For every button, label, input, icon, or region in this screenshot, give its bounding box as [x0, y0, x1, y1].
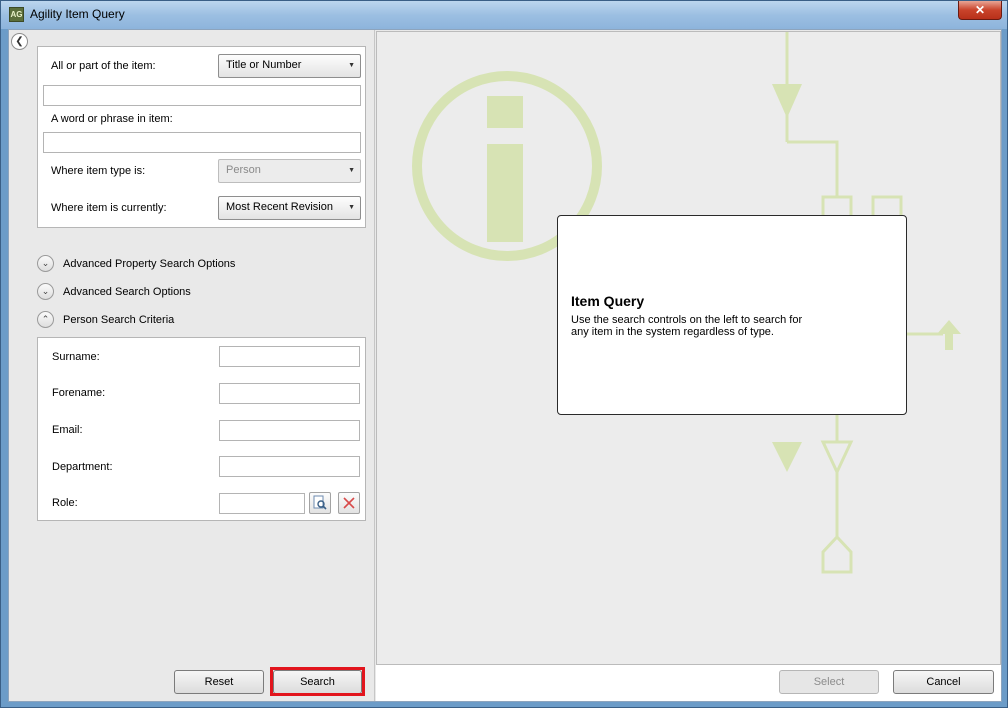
item-mode-dropdown[interactable]: Title or Number ▼ — [218, 54, 361, 78]
email-label: Email: — [52, 424, 83, 436]
role-label: Role: — [52, 497, 78, 509]
revision-value: Most Recent Revision — [226, 201, 333, 213]
section-person-criteria[interactable]: ⌃ Person Search Criteria — [37, 310, 337, 332]
title-bar[interactable]: AG Agility Item Query ✕ — [1, 1, 1007, 29]
basic-search-box: All or part of the item: Title or Number… — [37, 46, 366, 228]
app-window: AG Agility Item Query ✕ ❮ All or part of… — [0, 0, 1008, 708]
dialog-button-bar: Select Cancel — [376, 665, 1001, 701]
chevron-up-icon[interactable]: ⌃ — [37, 311, 54, 328]
reset-button[interactable]: Reset — [174, 670, 264, 694]
item-mode-value: Title or Number — [226, 59, 302, 71]
chevron-down-icon[interactable]: ⌄ — [37, 283, 54, 300]
role-lookup-button[interactable] — [309, 492, 331, 514]
dropdown-arrow-icon: ▼ — [348, 62, 355, 69]
role-clear-button[interactable] — [338, 492, 360, 514]
item-type-label: Where item type is: — [51, 165, 146, 177]
forename-field[interactable] — [219, 383, 360, 404]
clear-x-icon — [343, 497, 355, 509]
section-advanced-property[interactable]: ⌄ Advanced Property Search Options — [37, 254, 337, 276]
info-description: Use the search controls on the left to s… — [571, 314, 803, 338]
app-logo-icon: AG — [9, 7, 24, 22]
surname-label: Surname: — [52, 351, 100, 363]
person-criteria-box: Surname: Forename: Email: Department: Ro… — [37, 337, 366, 521]
item-current-label: Where item is currently: — [51, 202, 167, 214]
item-label: All or part of the item: — [51, 60, 156, 72]
section-label: Person Search Criteria — [63, 314, 175, 326]
department-label: Department: — [52, 461, 113, 473]
phrase-search-input[interactable] — [43, 132, 361, 153]
role-field[interactable] — [219, 493, 305, 514]
search-button-highlight — [270, 667, 365, 696]
department-field[interactable] — [219, 456, 360, 477]
email-field[interactable] — [219, 420, 360, 441]
revision-dropdown[interactable]: Most Recent Revision ▼ — [218, 196, 361, 220]
info-title: Item Query — [571, 293, 645, 309]
item-type-dropdown: Person ▼ — [218, 159, 361, 183]
dialog-body: ❮ All or part of the item: Title or Numb… — [8, 29, 1002, 702]
select-button[interactable]: Select — [779, 670, 879, 694]
forename-label: Forename: — [52, 387, 106, 399]
window-title: Agility Item Query — [30, 7, 125, 21]
collapse-panel-chevron-left-icon[interactable]: ❮ — [11, 33, 28, 50]
chevron-down-icon[interactable]: ⌄ — [37, 255, 54, 272]
search-document-icon — [313, 495, 327, 510]
search-panel: All or part of the item: Title or Number… — [31, 30, 375, 701]
info-panel: Item Query Use the search controls on th… — [376, 31, 1001, 665]
dropdown-arrow-icon: ▼ — [348, 167, 355, 174]
dropdown-arrow-icon: ▼ — [348, 204, 355, 211]
cancel-button[interactable]: Cancel — [893, 670, 994, 694]
close-window-button[interactable]: ✕ — [958, 1, 1002, 20]
phrase-label: A word or phrase in item: — [51, 113, 173, 125]
item-search-input[interactable] — [43, 85, 361, 106]
item-type-value: Person — [226, 164, 261, 176]
section-label: Advanced Search Options — [63, 286, 191, 298]
surname-field[interactable] — [219, 346, 360, 367]
section-label: Advanced Property Search Options — [63, 258, 236, 270]
info-card: Item Query Use the search controls on th… — [557, 215, 907, 415]
section-advanced-search[interactable]: ⌄ Advanced Search Options — [37, 282, 337, 304]
